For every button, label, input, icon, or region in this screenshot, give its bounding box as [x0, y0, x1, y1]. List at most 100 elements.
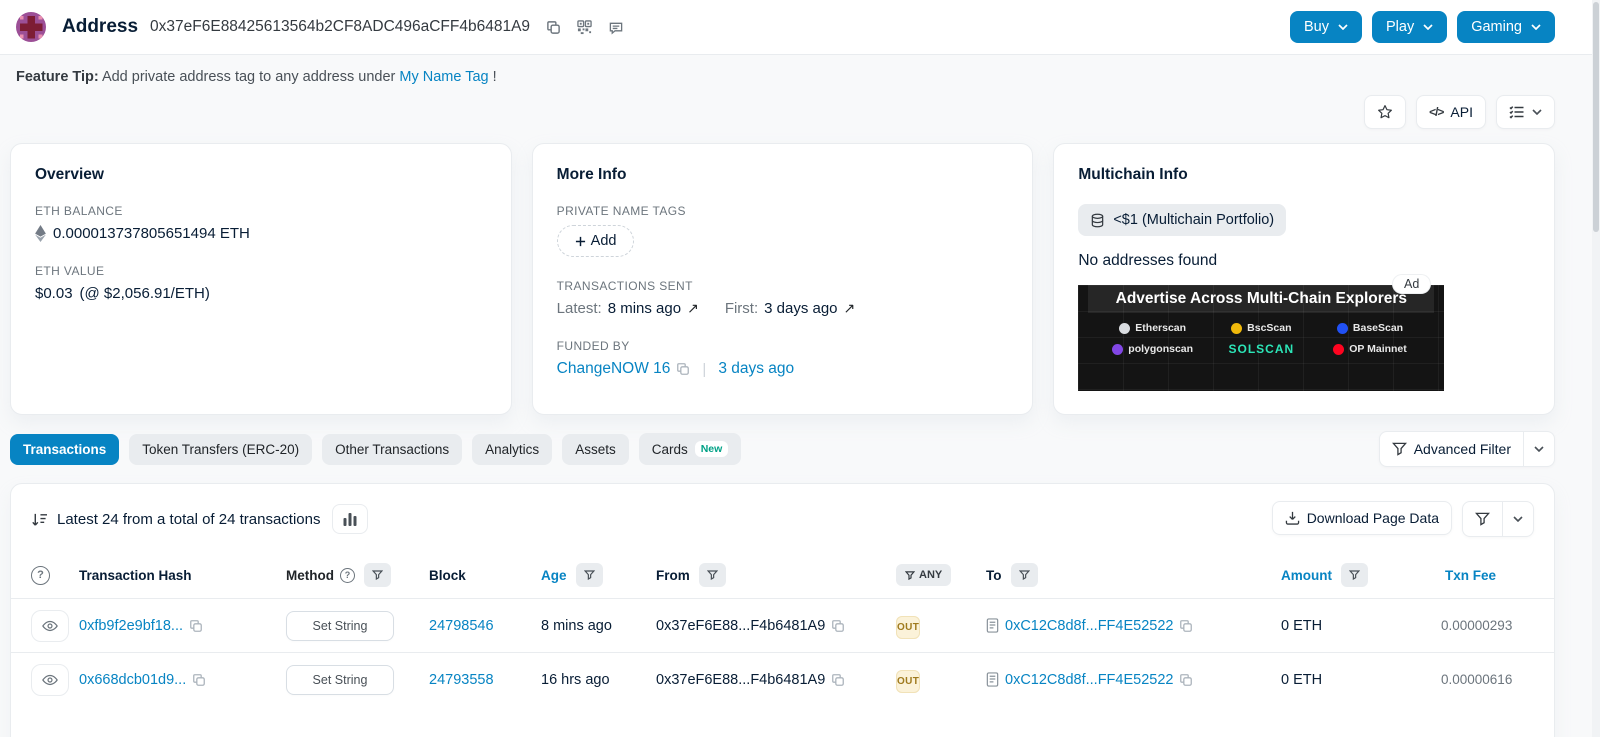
buy-button[interactable]: Buy	[1290, 11, 1362, 43]
new-badge: New	[694, 441, 729, 457]
copy-icon[interactable]	[831, 619, 845, 633]
advanced-filter-main[interactable]: Advanced Filter	[1380, 432, 1523, 466]
feature-tip-text: Add private address tag to any address u…	[98, 69, 400, 85]
funnel-icon	[1475, 512, 1490, 526]
amount-sort-link[interactable]: Amount	[1281, 568, 1332, 583]
tx-preview-button[interactable]	[31, 663, 69, 696]
advanced-filter-chevron[interactable]	[1523, 432, 1554, 466]
add-name-tag-button[interactable]: Add	[556, 225, 635, 257]
to-address-link[interactable]: 0xC12C8d8f...FF4E52522	[1005, 672, 1173, 688]
bscscan-logo: BscScan	[1207, 322, 1316, 334]
to-filter-icon[interactable]	[1010, 563, 1038, 587]
funded-by-link[interactable]: ChangeNOW 16	[557, 360, 671, 378]
copy-icon[interactable]	[676, 362, 690, 376]
eye-icon	[42, 674, 58, 685]
etherscan-address-page: Address 0x37eF6E88425613564b2CF8ADC496aC…	[0, 0, 1600, 737]
direction-filter: ANY	[896, 564, 986, 586]
copy-address-icon[interactable]	[542, 16, 565, 39]
amount-filter-icon[interactable]	[1341, 563, 1368, 587]
direction-badge: OUT	[896, 669, 921, 693]
age-filter-icon[interactable]	[575, 563, 603, 587]
more-options-button[interactable]	[1496, 95, 1555, 129]
col-amount: Amount	[1281, 563, 1441, 587]
method-info-icon[interactable]: ?	[340, 567, 355, 583]
etherscan-logo: Etherscan	[1098, 322, 1207, 334]
direction-badge: OUT	[896, 615, 921, 639]
table-toolbar: Latest 24 from a total of 24 transaction…	[11, 484, 1554, 552]
play-button[interactable]: Play	[1372, 11, 1448, 43]
block-link[interactable]: 24798546	[429, 618, 494, 634]
bscscan-icon	[1231, 322, 1243, 334]
table-filter-chevron[interactable]	[1502, 502, 1533, 536]
col-age: Age	[541, 563, 656, 587]
gaming-button[interactable]: Gaming	[1457, 11, 1555, 43]
star-icon	[1378, 105, 1392, 119]
first-tx-link[interactable]: 3 days ago	[764, 300, 837, 317]
feature-tip: Feature Tip: Add private address tag to …	[0, 55, 1600, 89]
favorite-button[interactable]	[1364, 95, 1407, 129]
tab-assets[interactable]: Assets	[562, 433, 629, 465]
latest-tx-link[interactable]: 8 mins ago	[608, 300, 681, 317]
chart-view-button[interactable]	[332, 504, 369, 534]
funded-age-link[interactable]: 3 days ago	[718, 360, 794, 378]
chevron-down-icon	[1531, 24, 1541, 30]
more-info-title: More Info	[556, 166, 627, 183]
ad-banner[interactable]: Ad Advertise Across Multi-Chain Explorer…	[1078, 275, 1445, 391]
col-from: From	[656, 563, 896, 587]
block-link[interactable]: 24793558	[429, 672, 494, 688]
amount-value: 0 ETH	[1281, 617, 1323, 634]
address-header: Address 0x37eF6E88425613564b2CF8ADC496aC…	[0, 0, 1600, 55]
method-filter-icon[interactable]	[364, 563, 391, 587]
method-button[interactable]: Set String	[286, 664, 394, 695]
eth-balance-label: ETH BALANCE	[35, 204, 123, 218]
download-page-data-button[interactable]: Download Page Data	[1271, 501, 1452, 535]
multichain-portfolio-badge[interactable]: <$1 (Multichain Portfolio)	[1078, 204, 1287, 236]
api-button[interactable]: </> API	[1416, 95, 1486, 129]
to-address-link[interactable]: 0xC12C8d8f...FF4E52522	[1005, 618, 1173, 634]
from-filter-icon[interactable]	[698, 563, 726, 587]
comment-icon[interactable]	[604, 16, 628, 39]
copy-icon[interactable]	[831, 673, 845, 687]
overview-card: Overview ETH BALANCE 0.00001373780565149…	[10, 143, 512, 415]
table-filter-main[interactable]	[1463, 502, 1502, 536]
polygonscan-logo: polygonscan	[1098, 342, 1207, 356]
tab-analytics[interactable]: Analytics	[472, 433, 553, 465]
op-mainnet-logo: OP Mainnet	[1316, 342, 1425, 356]
fee-sort-link[interactable]: Txn Fee	[1445, 568, 1496, 583]
amount-value: 0 ETH	[1281, 671, 1323, 688]
sort-icon	[32, 513, 47, 526]
txn-fee-value: 0.00000293	[1441, 618, 1513, 633]
copy-icon[interactable]	[1179, 619, 1193, 633]
qr-code-icon[interactable]	[573, 16, 596, 39]
age-sort-link[interactable]: Age	[541, 568, 567, 583]
op-mainnet-icon	[1333, 343, 1345, 355]
address-value: 0x37eF6E88425613564b2CF8ADC496aCFF4b6481…	[150, 18, 531, 35]
page-actions: </> API	[0, 89, 1600, 141]
tx-hash-link[interactable]: 0x668dcb01d9...	[79, 672, 186, 688]
copy-icon[interactable]	[192, 673, 206, 687]
tab-token-transfers[interactable]: Token Transfers (ERC-20)	[129, 433, 313, 465]
feature-tip-suffix: !	[488, 69, 497, 85]
help-icon[interactable]: ?	[31, 565, 50, 585]
my-name-tag-link[interactable]: My Name Tag	[399, 69, 488, 85]
transactions-sent-values: Latest: 8 mins ago ↗ First: 3 days ago ↗	[556, 300, 856, 317]
external-arrow-icon[interactable]: ↗	[844, 300, 856, 317]
tab-other-transactions[interactable]: Other Transactions	[322, 433, 463, 465]
copy-icon[interactable]	[189, 619, 203, 633]
method-button[interactable]: Set String	[286, 610, 394, 641]
age-value: 16 hrs ago	[541, 671, 610, 688]
divider: |	[702, 360, 707, 378]
tab-cards[interactable]: Cards New	[638, 433, 742, 465]
tab-transactions[interactable]: Transactions	[10, 433, 120, 465]
scrollbar-thumb[interactable]	[1593, 2, 1599, 232]
polygonscan-icon	[1112, 343, 1124, 355]
tx-preview-button[interactable]	[31, 609, 69, 642]
external-arrow-icon[interactable]: ↗	[687, 300, 699, 317]
tx-hash-link[interactable]: 0xfb9f2e9bf18...	[79, 618, 183, 634]
any-direction-chip[interactable]: ANY	[896, 564, 952, 586]
code-icon: </>	[1429, 105, 1444, 119]
copy-icon[interactable]	[1179, 673, 1193, 687]
contract-icon	[986, 618, 999, 633]
col-transaction-hash: Transaction Hash	[79, 567, 192, 583]
page-scrollbar[interactable]	[1592, 0, 1600, 737]
